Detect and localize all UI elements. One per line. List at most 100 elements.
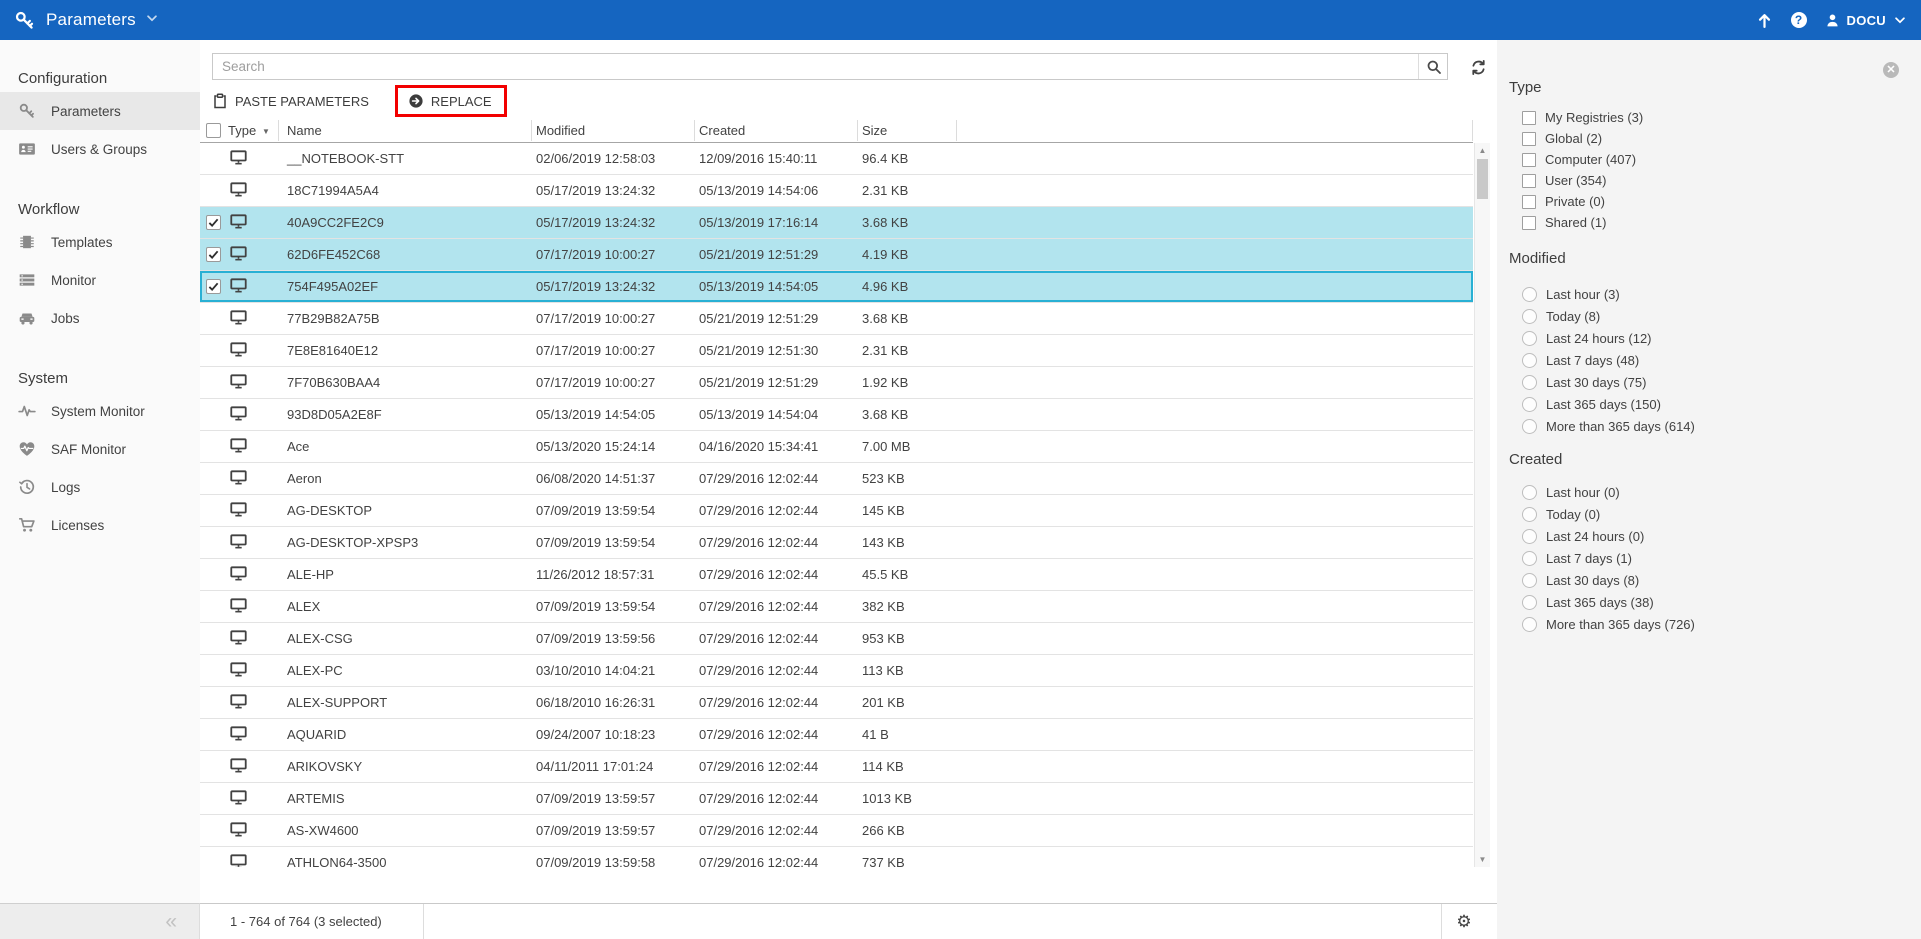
sidebar-item-monitor[interactable]: Monitor xyxy=(0,261,200,299)
table-row[interactable]: __NOTEBOOK-STT02/06/2019 12:58:0312/09/2… xyxy=(200,143,1473,175)
scrollbar-thumb[interactable] xyxy=(1477,159,1488,199)
close-filter-panel-icon[interactable]: ✕ xyxy=(1883,62,1899,78)
cell-size: 45.5 KB xyxy=(862,559,908,590)
sidebar-item-parameters[interactable]: Parameters xyxy=(0,92,200,130)
sidebar-item-jobs[interactable]: Jobs xyxy=(0,299,200,337)
filter-option-last-30-days-8[interactable]: Last 30 days (8) xyxy=(1497,569,1921,591)
radio-icon[interactable] xyxy=(1522,507,1537,522)
radio-icon[interactable] xyxy=(1522,353,1537,368)
filter-option-last-hour-3[interactable]: Last hour (3) xyxy=(1497,283,1921,305)
table-row[interactable]: 62D6FE452C6807/17/2019 10:00:2705/21/201… xyxy=(200,239,1473,271)
table-row[interactable]: ALEX-SUPPORT06/18/2010 16:26:3107/29/201… xyxy=(200,687,1473,719)
sidebar-item-system-monitor[interactable]: System Monitor xyxy=(0,392,200,430)
column-header-type[interactable]: Type xyxy=(228,118,256,143)
sidebar-item-licenses[interactable]: Licenses xyxy=(0,506,200,544)
radio-icon[interactable] xyxy=(1522,595,1537,610)
table-row[interactable]: ALEX07/09/2019 13:59:5407/29/2016 12:02:… xyxy=(200,591,1473,623)
chevron-down-icon[interactable] xyxy=(145,11,159,30)
table-row[interactable]: 7E8E81640E1207/17/2019 10:00:2705/21/201… xyxy=(200,335,1473,367)
radio-icon[interactable] xyxy=(1522,331,1537,346)
column-header-name[interactable]: Name xyxy=(287,118,322,143)
table-row[interactable]: Aeron06/08/2020 14:51:3707/29/2016 12:02… xyxy=(200,463,1473,495)
radio-icon[interactable] xyxy=(1522,573,1537,588)
checkbox-icon[interactable] xyxy=(1522,174,1536,188)
table-row[interactable]: 77B29B82A75B07/17/2019 10:00:2705/21/201… xyxy=(200,303,1473,335)
radio-icon[interactable] xyxy=(1522,309,1537,324)
filter-option-last-30-days-75[interactable]: Last 30 days (75) xyxy=(1497,371,1921,393)
checkbox-icon[interactable] xyxy=(1522,111,1536,125)
table-row[interactable]: AS-XW460007/09/2019 13:59:5707/29/2016 1… xyxy=(200,815,1473,847)
table-row[interactable]: 93D8D05A2E8F05/13/2019 14:54:0505/13/201… xyxy=(200,399,1473,431)
filter-option-last-24-hours-0[interactable]: Last 24 hours (0) xyxy=(1497,525,1921,547)
sidebar-item-saf-monitor[interactable]: SAF Monitor xyxy=(0,430,200,468)
row-checkbox-checked[interactable] xyxy=(206,215,221,230)
filter-option-more-than-365-days-614[interactable]: More than 365 days (614) xyxy=(1497,415,1921,437)
table-row[interactable]: 40A9CC2FE2C905/17/2019 13:24:3205/13/201… xyxy=(200,207,1473,239)
radio-icon[interactable] xyxy=(1522,287,1537,302)
radio-icon[interactable] xyxy=(1522,375,1537,390)
filter-option-last-24-hours-12[interactable]: Last 24 hours (12) xyxy=(1497,327,1921,349)
table-row[interactable]: 754F495A02EF05/17/2019 13:24:3205/13/201… xyxy=(200,271,1473,303)
row-checkbox-checked[interactable] xyxy=(206,279,221,294)
filter-option-shared-1[interactable]: Shared (1) xyxy=(1497,212,1921,233)
filter-option-my-registries-3[interactable]: My Registries (3) xyxy=(1497,107,1921,128)
filter-option-last-hour-0[interactable]: Last hour (0) xyxy=(1497,481,1921,503)
table-row[interactable]: AG-DESKTOP07/09/2019 13:59:5407/29/2016 … xyxy=(200,495,1473,527)
select-all-checkbox[interactable] xyxy=(206,123,221,138)
checkbox-icon[interactable] xyxy=(1522,132,1536,146)
vertical-scrollbar[interactable]: ▲ ▼ xyxy=(1474,143,1490,867)
replace-button[interactable]: REPLACE xyxy=(408,93,492,109)
table-row[interactable]: ARIKOVSKY04/11/2011 17:01:2407/29/2016 1… xyxy=(200,751,1473,783)
user-menu[interactable]: DOCU xyxy=(1825,13,1907,28)
help-icon[interactable]: ? xyxy=(1791,12,1807,28)
radio-icon[interactable] xyxy=(1522,397,1537,412)
table-row[interactable]: 7F70B630BAA407/17/2019 10:00:2705/21/201… xyxy=(200,367,1473,399)
filter-option-user-354[interactable]: User (354) xyxy=(1497,170,1921,191)
search-input[interactable] xyxy=(212,53,1448,80)
filter-option-last-365-days-38[interactable]: Last 365 days (38) xyxy=(1497,591,1921,613)
table-row[interactable]: ATHLON64-350007/09/2019 13:59:5807/29/20… xyxy=(200,847,1473,867)
settings-gear-icon[interactable]: ⚙ xyxy=(1451,904,1477,939)
radio-icon[interactable] xyxy=(1522,617,1537,632)
scroll-up-icon[interactable]: ▲ xyxy=(1475,146,1490,155)
table-row[interactable]: 18C71994A5A405/17/2019 13:24:3205/13/201… xyxy=(200,175,1473,207)
search-icon[interactable] xyxy=(1418,54,1448,79)
table-row[interactable]: AQUARID09/24/2007 10:18:2307/29/2016 12:… xyxy=(200,719,1473,751)
filter-option-last-7-days-48[interactable]: Last 7 days (48) xyxy=(1497,349,1921,371)
table-row[interactable]: ALE-HP11/26/2012 18:57:3107/29/2016 12:0… xyxy=(200,559,1473,591)
filter-option-more-than-365-days-726[interactable]: More than 365 days (726) xyxy=(1497,613,1921,635)
filter-option-last-7-days-1[interactable]: Last 7 days (1) xyxy=(1497,547,1921,569)
scroll-down-icon[interactable]: ▼ xyxy=(1475,855,1490,864)
radio-icon[interactable] xyxy=(1522,529,1537,544)
filter-option-today-8[interactable]: Today (8) xyxy=(1497,305,1921,327)
filter-option-today-0[interactable]: Today (0) xyxy=(1497,503,1921,525)
checkbox-icon[interactable] xyxy=(1522,195,1536,209)
column-header-modified[interactable]: Modified xyxy=(536,118,585,143)
upload-arrow-icon[interactable] xyxy=(1756,12,1773,29)
sidebar-item-logs[interactable]: Logs xyxy=(0,468,200,506)
collapse-sidebar-button[interactable]: « xyxy=(165,911,177,932)
checkbox-icon[interactable] xyxy=(1522,153,1536,167)
paste-parameters-button[interactable]: PASTE PARAMETERS xyxy=(212,93,369,109)
filter-option-global-2[interactable]: Global (2) xyxy=(1497,128,1921,149)
table-row[interactable]: ALEX-PC03/10/2010 14:04:2107/29/2016 12:… xyxy=(200,655,1473,687)
column-header-created[interactable]: Created xyxy=(699,118,745,143)
filter-option-computer-407[interactable]: Computer (407) xyxy=(1497,149,1921,170)
table-row[interactable]: Ace05/13/2020 15:24:1404/16/2020 15:34:4… xyxy=(200,431,1473,463)
row-checkbox-checked[interactable] xyxy=(206,247,221,262)
radio-icon[interactable] xyxy=(1522,419,1537,434)
cell-modified: 02/06/2019 12:58:03 xyxy=(536,143,655,174)
table-row[interactable]: AG-DESKTOP-XPSP307/09/2019 13:59:5407/29… xyxy=(200,527,1473,559)
table-row[interactable]: ARTEMIS07/09/2019 13:59:5707/29/2016 12:… xyxy=(200,783,1473,815)
filter-option-last-365-days-150[interactable]: Last 365 days (150) xyxy=(1497,393,1921,415)
type-filter-arrow-icon[interactable]: ▼ xyxy=(262,127,270,136)
checkbox-icon[interactable] xyxy=(1522,216,1536,230)
table-row[interactable]: ALEX-CSG07/09/2019 13:59:5607/29/2016 12… xyxy=(200,623,1473,655)
radio-icon[interactable] xyxy=(1522,551,1537,566)
filter-option-private-0[interactable]: Private (0) xyxy=(1497,191,1921,212)
refresh-icon[interactable] xyxy=(1467,56,1489,78)
sidebar-item-templates[interactable]: Templates xyxy=(0,223,200,261)
column-header-size[interactable]: Size xyxy=(862,118,887,143)
radio-icon[interactable] xyxy=(1522,485,1537,500)
sidebar-item-users-groups[interactable]: Users & Groups xyxy=(0,130,200,168)
